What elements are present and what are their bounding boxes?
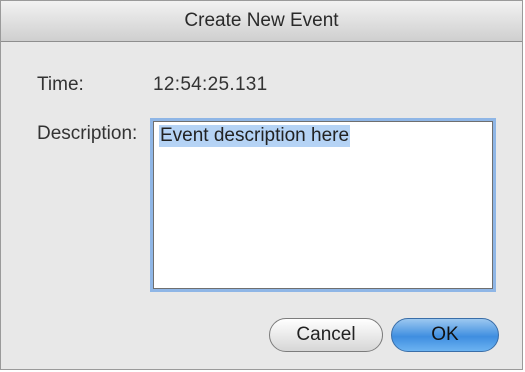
- ok-button[interactable]: OK: [391, 318, 499, 352]
- cancel-button[interactable]: Cancel: [269, 318, 383, 352]
- description-field[interactable]: Event description here: [153, 121, 493, 289]
- create-event-dialog: Create New Event Time: 12:54:25.131 Desc…: [0, 0, 523, 370]
- time-value: 12:54:25.131: [153, 74, 268, 95]
- description-text: Event description here: [159, 125, 351, 147]
- dialog-title: Create New Event: [1, 1, 522, 42]
- description-label: Description:: [37, 123, 138, 144]
- time-label: Time:: [37, 74, 84, 95]
